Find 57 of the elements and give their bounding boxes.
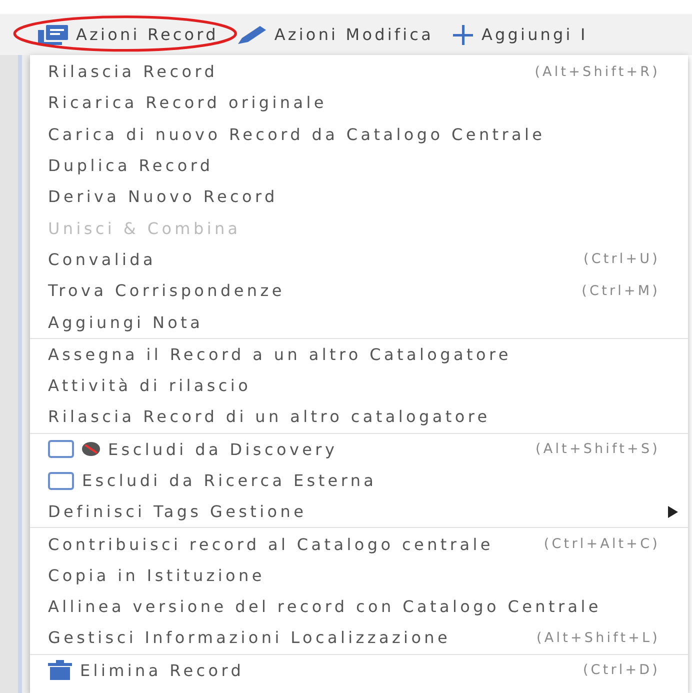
menu-item[interactable]: Assegna il Record a un altro Catalogatore	[30, 338, 688, 370]
menu-item-label: Duplica Record	[48, 156, 214, 176]
menu-item[interactable]: Aggiungi Nota	[30, 306, 688, 338]
shortcut-label: (Alt+Shift+S)	[536, 441, 660, 458]
menu-item[interactable]: Contribuisci record al Catalogo centrale (Ctrl+Alt+C)	[30, 528, 688, 560]
menu-item[interactable]: Rilascia Record di un altro catalogatore	[30, 401, 688, 433]
menu-item-label: Rilascia Record di un altro catalogatore	[48, 407, 492, 426]
menu-item[interactable]: Trova Corrispondenze (Ctrl+M)	[30, 275, 688, 306]
menu-item[interactable]: Convalida (Ctrl+U)	[30, 244, 688, 276]
shortcut-label: (Alt+Shift+R)	[534, 64, 660, 80]
menu-item-label: Rilascia Record	[48, 62, 219, 82]
menu-item-label: Ricarica Record originale	[48, 93, 328, 112]
menu-item[interactable]: Duplica Record	[30, 150, 688, 182]
menu-item[interactable]: Ricarica Record originale	[30, 87, 688, 119]
menu-item[interactable]: Elimina Record (Ctrl+D)	[30, 654, 688, 686]
menu-item-label: Unisci & Combina	[48, 218, 242, 238]
submenu-arrow-icon	[668, 506, 678, 518]
blocked-icon	[82, 442, 100, 456]
menu-item[interactable]: Carica di nuovo Record da Catalogo Centrale	[30, 118, 688, 150]
checkbox[interactable]	[48, 440, 74, 458]
menu-item[interactable]: Attività di rilascio	[30, 370, 688, 402]
menu-item-label: Elimina Record	[80, 660, 246, 680]
checkbox[interactable]	[48, 472, 74, 490]
document-icon	[38, 24, 68, 44]
menu-item-label: Copia in Istituzione	[48, 566, 266, 585]
shortcut-label: (Ctrl+U)	[583, 251, 660, 268]
menu-item-label: Carica di nuovo Record da Catalogo Centrale	[48, 124, 546, 144]
menu-item-label: Convalida	[48, 250, 158, 269]
menu-item[interactable]: Allinea versione del record con Catalogo Centrale	[30, 591, 688, 622]
menu-item-label: Contribuisci record al Catalogo centrale	[48, 534, 494, 554]
shortcut-label: (Ctrl+D)	[582, 662, 660, 678]
menu-item-label: Escludi da Discovery	[108, 440, 339, 459]
menu-item[interactable]: Rilascia Record (Alt+Shift+R)	[30, 56, 688, 88]
menu-item-label: Definisci Tags Gestione	[48, 502, 308, 522]
menu-item-label: Assegna il Record a un altro Catalogatore	[48, 344, 512, 364]
shortcut-label: (Alt+Shift+L)	[536, 630, 660, 646]
menu-item-label: Trova Corrispondenze	[48, 281, 286, 300]
menu-item-label: Aggiungi Nota	[48, 312, 204, 332]
menu-item[interactable]: Escludi da Ricerca Esterna	[30, 464, 688, 496]
toolbar-button[interactable]: Aggiungi I	[447, 16, 594, 52]
menu-item-label: Gestisci Informazioni Localizzazione	[48, 628, 452, 648]
menu-item-label: Allinea versione del record con Catalogo Centrale	[48, 597, 602, 616]
toolbar-button[interactable]: Azioni Modifica	[232, 16, 440, 52]
menu-item[interactable]: Gestisci Informazioni Localizzazione (Alt+Shift+L)	[30, 622, 688, 654]
menu-item-label: Attività di rilascio	[48, 376, 252, 396]
menu-item-label: Deriva Nuovo Record	[48, 187, 279, 206]
menu-item[interactable]: Deriva Nuovo Record	[30, 181, 688, 212]
shortcut-label: (Ctrl+M)	[582, 282, 660, 299]
plus-icon	[453, 24, 474, 44]
menu-item[interactable]: Escludi da Discovery (Alt+Shift+S)	[30, 434, 688, 465]
trash-icon	[48, 660, 72, 680]
menu-item-label: Escludi da Ricerca Esterna	[82, 471, 378, 490]
toolbar-button[interactable]: Azioni Record	[32, 16, 224, 52]
pencil-icon	[238, 26, 266, 44]
shortcut-label: (Ctrl+Alt+C)	[544, 536, 660, 552]
menu-item[interactable]: Copia in Istituzione	[30, 560, 688, 592]
menu-item[interactable]: Definisci Tags Gestione	[30, 496, 688, 528]
